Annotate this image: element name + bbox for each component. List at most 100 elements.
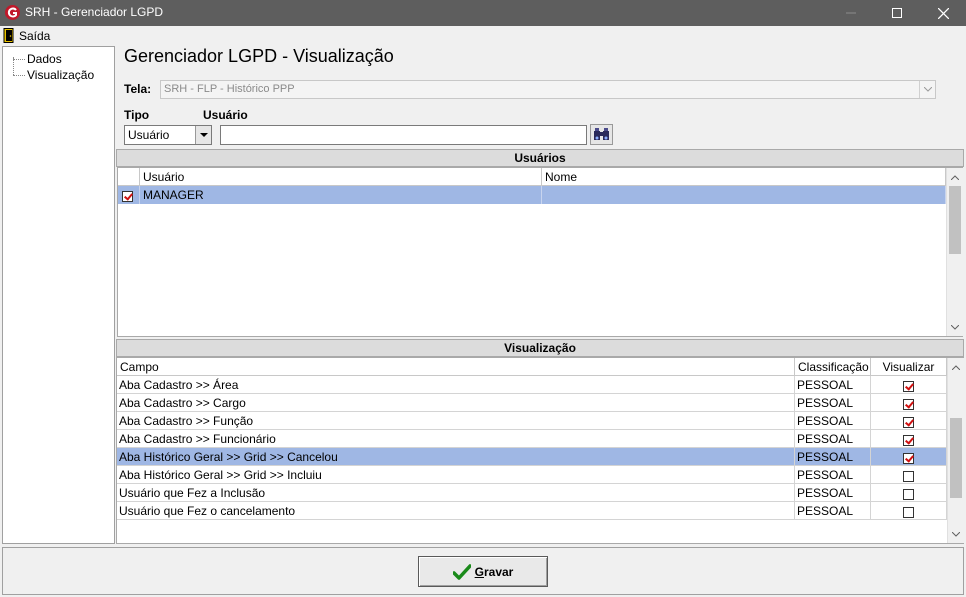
cell-nome	[542, 186, 946, 204]
scroll-thumb[interactable]	[949, 186, 961, 254]
tipo-label: Tipo	[124, 108, 150, 122]
cell-classificacao: PESSOAL	[795, 430, 871, 447]
cell-classificacao: PESSOAL	[795, 394, 871, 411]
close-icon	[937, 7, 949, 19]
usuario-input[interactable]	[220, 125, 587, 145]
menu-exit[interactable]: Saída	[3, 27, 50, 44]
table-row[interactable]: Usuário que Fez o cancelamento PESSOAL	[117, 502, 947, 520]
navigation-tree: Dados Visualização	[2, 46, 115, 544]
tela-dropdown-button[interactable]	[919, 81, 935, 98]
table-row-selected[interactable]: Aba Histórico Geral >> Grid >> Cancelou …	[117, 448, 947, 466]
save-button[interactable]: Gravar	[418, 556, 548, 587]
cell-visualizar	[871, 466, 947, 483]
cell-campo: Usuário que Fez o cancelamento	[117, 502, 795, 519]
cell-campo: Aba Cadastro >> Função	[117, 412, 795, 429]
scroll-up-button[interactable]	[947, 169, 963, 185]
scroll-down-button[interactable]	[948, 526, 964, 542]
search-button[interactable]	[590, 124, 613, 145]
triangle-down-icon	[199, 132, 208, 137]
scroll-down-button[interactable]	[947, 319, 963, 335]
window-title: SRH - Gerenciador LGPD	[25, 5, 164, 19]
view-grid: Campo Classificação Visualizar Aba Cadas…	[116, 357, 964, 544]
minimize-icon	[846, 12, 856, 14]
chevron-up-icon	[951, 174, 959, 180]
table-row[interactable]: MANAGER	[118, 186, 946, 204]
row-select-cell[interactable]	[118, 186, 140, 204]
table-row[interactable]: Aba Cadastro >> Funcionário PESSOAL	[117, 430, 947, 448]
row-checkbox[interactable]	[122, 191, 133, 203]
chevron-up-icon	[952, 364, 960, 370]
maximize-icon	[892, 8, 902, 18]
cell-campo: Aba Cadastro >> Cargo	[117, 394, 795, 411]
table-row[interactable]: Aba Cadastro >> Função PESSOAL	[117, 412, 947, 430]
cell-campo: Aba Histórico Geral >> Grid >> Incluiu	[117, 466, 795, 483]
view-col-campo[interactable]: Campo	[117, 358, 795, 376]
checkmark-icon	[452, 563, 471, 580]
save-button-mnemonic: G	[474, 564, 484, 579]
table-row[interactable]: Usuário que Fez a Inclusão PESSOAL	[117, 484, 947, 502]
tipo-select[interactable]: Usuário	[124, 125, 212, 145]
users-grid: Usuário Nome MANAGER	[117, 167, 963, 337]
cell-visualizar	[871, 376, 947, 393]
tela-select-value: SRH - FLP - Histórico PPP	[164, 83, 295, 95]
cell-visualizar	[871, 394, 947, 411]
visualizar-checkbox[interactable]	[903, 399, 914, 411]
tree-item-visualizacao[interactable]: Visualização	[13, 68, 94, 82]
tipo-select-value: Usuário	[128, 128, 170, 142]
menu-exit-label: Saída	[19, 28, 51, 43]
tela-label: Tela:	[124, 82, 152, 96]
cell-campo: Usuário que Fez a Inclusão	[117, 484, 795, 501]
table-row[interactable]: Aba Histórico Geral >> Grid >> Incluiu P…	[117, 466, 947, 484]
save-button-label: ravar	[483, 564, 514, 579]
maximize-button[interactable]	[874, 0, 920, 26]
table-row[interactable]: Aba Cadastro >> Cargo PESSOAL	[117, 394, 947, 412]
app-logo-icon	[5, 5, 20, 20]
visualizar-checkbox[interactable]	[903, 381, 914, 393]
binoculars-icon	[594, 128, 609, 140]
menu-bar: Saída	[0, 26, 966, 45]
cell-classificacao: PESSOAL	[795, 484, 871, 501]
cell-visualizar	[871, 502, 947, 519]
view-col-visualizar[interactable]: Visualizar	[871, 358, 947, 376]
minimize-button[interactable]	[828, 0, 874, 26]
visualizar-checkbox[interactable]	[903, 435, 914, 447]
visualizar-checkbox[interactable]	[903, 507, 914, 519]
users-col-usuario[interactable]: Usuário	[140, 168, 542, 186]
title-bar: SRH - Gerenciador LGPD	[0, 0, 966, 26]
tree-item-label: Dados	[27, 52, 62, 66]
table-row[interactable]: Aba Cadastro >> Área PESSOAL	[117, 376, 947, 394]
cell-visualizar	[871, 484, 947, 501]
view-col-classificacao[interactable]: Classificação	[795, 358, 871, 376]
visualizar-checkbox[interactable]	[903, 417, 914, 429]
close-button[interactable]	[920, 0, 966, 26]
usuario-label: Usuário	[203, 108, 248, 122]
cell-visualizar	[871, 448, 947, 465]
tipo-dropdown-button[interactable]	[195, 126, 211, 144]
tree-item-dados[interactable]: Dados	[13, 52, 62, 66]
exit-door-icon	[3, 28, 14, 43]
cell-classificacao: PESSOAL	[795, 376, 871, 393]
cell-classificacao: PESSOAL	[795, 448, 871, 465]
cell-campo: Aba Histórico Geral >> Grid >> Cancelou	[117, 448, 795, 465]
users-group-header: Usuários	[116, 149, 964, 167]
visualizar-checkbox[interactable]	[903, 489, 914, 501]
visualizar-checkbox[interactable]	[903, 471, 914, 483]
users-grid-indicator-header	[118, 168, 140, 186]
tela-select[interactable]: SRH - FLP - Histórico PPP	[160, 80, 936, 99]
visualizar-checkbox[interactable]	[903, 453, 914, 465]
users-col-nome[interactable]: Nome	[542, 168, 946, 186]
tree-item-label: Visualização	[27, 68, 95, 82]
chevron-down-icon	[923, 87, 932, 92]
cell-visualizar	[871, 430, 947, 447]
view-grid-scrollbar[interactable]	[947, 358, 964, 543]
view-group-header: Visualização	[116, 339, 964, 357]
cell-classificacao: PESSOAL	[795, 502, 871, 519]
chevron-down-icon	[952, 531, 960, 537]
cell-usuario: MANAGER	[140, 186, 542, 204]
cell-visualizar	[871, 412, 947, 429]
chevron-down-icon	[951, 324, 959, 330]
scroll-up-button[interactable]	[948, 359, 964, 375]
users-grid-scrollbar[interactable]	[946, 168, 963, 336]
scroll-thumb[interactable]	[950, 418, 962, 498]
cell-campo: Aba Cadastro >> Área	[117, 376, 795, 393]
